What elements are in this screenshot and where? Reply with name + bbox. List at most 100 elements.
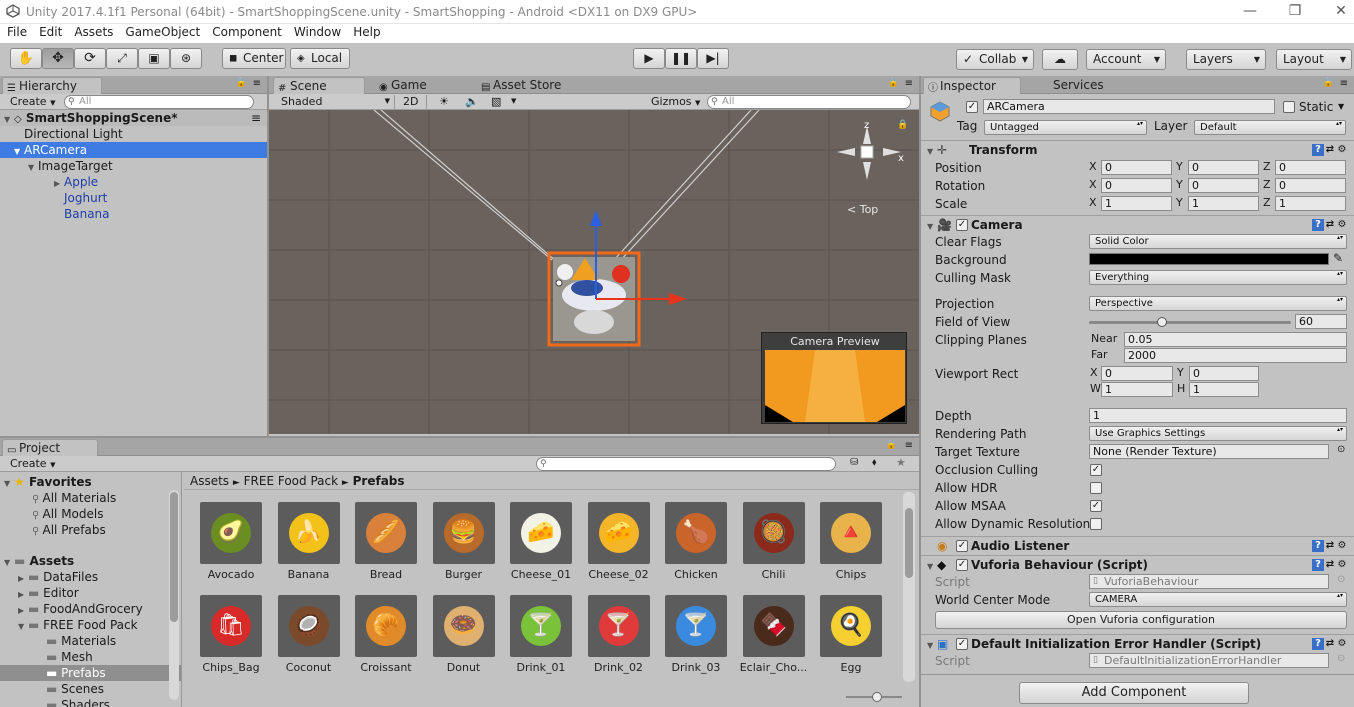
scale-tool-button[interactable]: ⤢ bbox=[106, 48, 138, 69]
panel-menu-icon[interactable]: ≡ bbox=[905, 440, 913, 451]
menu-help[interactable]: Help bbox=[346, 24, 385, 39]
folder-item[interactable]: ▬ Prefabs bbox=[0, 665, 181, 681]
rendering-path-dropdown[interactable]: Use Graphics Settings bbox=[1089, 426, 1347, 441]
audio-toggle-icon[interactable]: 🔈 bbox=[465, 95, 479, 108]
folder-item[interactable]: ▶ ▬ DataFiles bbox=[0, 569, 181, 585]
preset-icon[interactable]: ⇄ bbox=[1324, 559, 1336, 571]
depth-field[interactable]: 1 bbox=[1089, 408, 1347, 423]
effects-toggle-icon[interactable]: ▧ bbox=[491, 95, 501, 108]
help-icon[interactable]: ? bbox=[1312, 638, 1324, 650]
error-handler-enabled-checkbox[interactable]: ✓ bbox=[956, 638, 968, 650]
panel-menu-icon[interactable]: ≡ bbox=[253, 78, 261, 89]
layer-dropdown[interactable]: Default bbox=[1194, 120, 1346, 135]
viewport-y-field[interactable]: 0 bbox=[1189, 366, 1259, 381]
projection-dropdown[interactable]: Perspective bbox=[1089, 296, 1347, 311]
lock-icon[interactable]: 🔒 bbox=[897, 120, 908, 130]
asset-label[interactable]: Donut bbox=[426, 661, 502, 674]
audio-listener-header[interactable]: ◉ ✓ Audio Listener ? ⇄ ⚙ bbox=[921, 536, 1354, 555]
asset-label[interactable]: Cheese_02 bbox=[581, 568, 657, 581]
background-color-field[interactable] bbox=[1089, 253, 1329, 265]
folder-item[interactable]: ▶ ▬ Editor bbox=[0, 585, 181, 601]
rotation-y-field[interactable]: 0 bbox=[1188, 178, 1259, 193]
tab-project[interactable]: ▭ Project bbox=[2, 439, 98, 456]
world-center-mode-dropdown[interactable]: CAMERA bbox=[1089, 592, 1347, 607]
help-icon[interactable]: ? bbox=[1312, 540, 1324, 552]
clear-flags-dropdown[interactable]: Solid Color bbox=[1089, 234, 1347, 249]
add-component-button[interactable]: Add Component bbox=[1019, 682, 1249, 704]
gizmos-dropdown[interactable]: Gizmos ▼ bbox=[647, 95, 703, 109]
rotation-z-field[interactable]: 0 bbox=[1275, 178, 1346, 193]
asset-label[interactable]: Eclair_Cho... bbox=[736, 661, 812, 674]
culling-mask-dropdown[interactable]: Everything bbox=[1089, 270, 1347, 285]
asset-thumbnail[interactable]: 🍗 bbox=[665, 502, 727, 564]
menu-component[interactable]: Component bbox=[205, 24, 287, 39]
2d-toggle-button[interactable]: 2D bbox=[399, 95, 427, 109]
minimize-button[interactable]: — bbox=[1236, 2, 1264, 20]
viewport-h-field[interactable]: 1 bbox=[1189, 382, 1259, 397]
hierarchy-item[interactable]: Joghurt bbox=[0, 190, 267, 206]
scene-search-input[interactable]: ⚲ All bbox=[707, 95, 911, 109]
assets-header[interactable]: ▼ ▬ Assets bbox=[0, 553, 181, 569]
grid-scrollbar[interactable] bbox=[903, 492, 915, 682]
help-icon[interactable]: ? bbox=[1312, 559, 1324, 571]
pivot-local-button[interactable]: ◈ Local bbox=[290, 48, 350, 69]
hierarchy-item[interactable]: ▼ ARCamera bbox=[0, 142, 267, 158]
cloud-button[interactable]: ☁ bbox=[1042, 49, 1078, 70]
asset-label[interactable]: Croissant bbox=[348, 661, 424, 674]
target-texture-field[interactable]: None (Render Texture) bbox=[1089, 444, 1329, 459]
splitter[interactable] bbox=[919, 76, 921, 707]
x-axis-label[interactable]: X bbox=[1089, 178, 1097, 191]
hierarchy-search-input[interactable]: ⚲ All bbox=[64, 95, 254, 109]
scale-z-field[interactable]: 1 bbox=[1275, 196, 1346, 211]
layout-dropdown[interactable]: Layout ▼ bbox=[1276, 49, 1352, 70]
breadcrumb-food-pack[interactable]: FREE Food Pack bbox=[244, 474, 338, 488]
asset-thumbnail[interactable]: 🍫 bbox=[742, 595, 805, 657]
maximize-button[interactable]: ❐ bbox=[1281, 2, 1309, 20]
close-window-button[interactable]: ✕ bbox=[1327, 2, 1354, 20]
occlusion-culling-checkbox[interactable]: ✓ bbox=[1090, 464, 1102, 476]
fov-slider[interactable] bbox=[1089, 317, 1291, 327]
favorites-header[interactable]: ▼ ★ Favorites bbox=[0, 474, 181, 490]
tab-hierarchy[interactable]: ☰ Hierarchy bbox=[2, 77, 102, 94]
hierarchy-create-dropdown[interactable]: Create ▼ bbox=[6, 95, 58, 109]
expand-arrow-icon[interactable]: ▼ bbox=[927, 143, 937, 161]
tab-inspector[interactable]: ⓘ Inspector bbox=[923, 77, 1021, 94]
hierarchy-item[interactable]: Directional Light bbox=[0, 126, 267, 142]
dropdown-arrow-icon[interactable]: ▼ bbox=[511, 97, 516, 105]
lighting-toggle-icon[interactable]: ☀ bbox=[439, 95, 449, 108]
scene-viewport[interactable]: z x < Top 🔒 Camera Preview bbox=[269, 110, 919, 434]
folder-item[interactable]: ▼ ▬ FREE Food Pack bbox=[0, 617, 181, 633]
asset-thumbnail[interactable]: 🍸 bbox=[510, 595, 572, 657]
scale-y-field[interactable]: 1 bbox=[1188, 196, 1259, 211]
help-icon[interactable]: ? bbox=[1312, 144, 1324, 156]
open-vuforia-config-button[interactable]: Open Vuforia configuration bbox=[935, 611, 1347, 629]
transform-header[interactable]: ▼ ✛ Transform ? ⇄ ⚙ bbox=[921, 140, 1354, 159]
tag-dropdown[interactable]: Untagged bbox=[984, 120, 1147, 135]
preset-icon[interactable]: ⇄ bbox=[1324, 638, 1336, 650]
project-create-dropdown[interactable]: Create ▼ bbox=[6, 457, 58, 471]
transform-tool-button[interactable]: ⊛ bbox=[170, 48, 202, 69]
asset-label[interactable]: Coconut bbox=[271, 661, 347, 674]
error-handler-header[interactable]: ▼ ▣ ✓ Default Initialization Error Handle… bbox=[921, 634, 1354, 653]
menu-assets[interactable]: Assets bbox=[67, 24, 118, 39]
tree-scrollbar[interactable] bbox=[169, 490, 179, 700]
panel-menu-icon[interactable]: ≡ bbox=[905, 78, 913, 89]
favorite-star-icon[interactable]: ★ bbox=[896, 456, 906, 469]
object-picker-icon[interactable]: ⊙ bbox=[1337, 444, 1345, 455]
allow-msaa-checkbox[interactable]: ✓ bbox=[1090, 500, 1102, 512]
filter-type-icon[interactable]: ⛁ bbox=[850, 457, 858, 468]
hierarchy-item[interactable]: Banana bbox=[0, 206, 267, 222]
asset-thumbnail[interactable]: 🥖 bbox=[355, 502, 417, 564]
fov-slider-thumb[interactable] bbox=[1156, 317, 1167, 327]
asset-label[interactable]: Egg bbox=[813, 661, 889, 674]
hierarchy-item[interactable]: ▶ Apple bbox=[0, 174, 267, 190]
scene-menu-icon[interactable]: ≡ bbox=[251, 110, 261, 126]
zoom-slider[interactable] bbox=[846, 692, 902, 702]
favorite-item[interactable]: ⚲ All Materials bbox=[0, 490, 181, 506]
asset-thumbnail[interactable]: 🥥 bbox=[277, 595, 340, 657]
vuforia-behaviour-header[interactable]: ▼ ◆ ✓ Vuforia Behaviour (Script) ? ⇄ ⚙ bbox=[921, 555, 1354, 574]
asset-thumbnail[interactable]: 🧀 bbox=[510, 502, 572, 564]
eyedropper-icon[interactable]: ✎ bbox=[1333, 251, 1343, 265]
asset-thumbnail[interactable]: 🍌 bbox=[277, 502, 340, 564]
far-field[interactable]: 2000 bbox=[1124, 348, 1347, 363]
